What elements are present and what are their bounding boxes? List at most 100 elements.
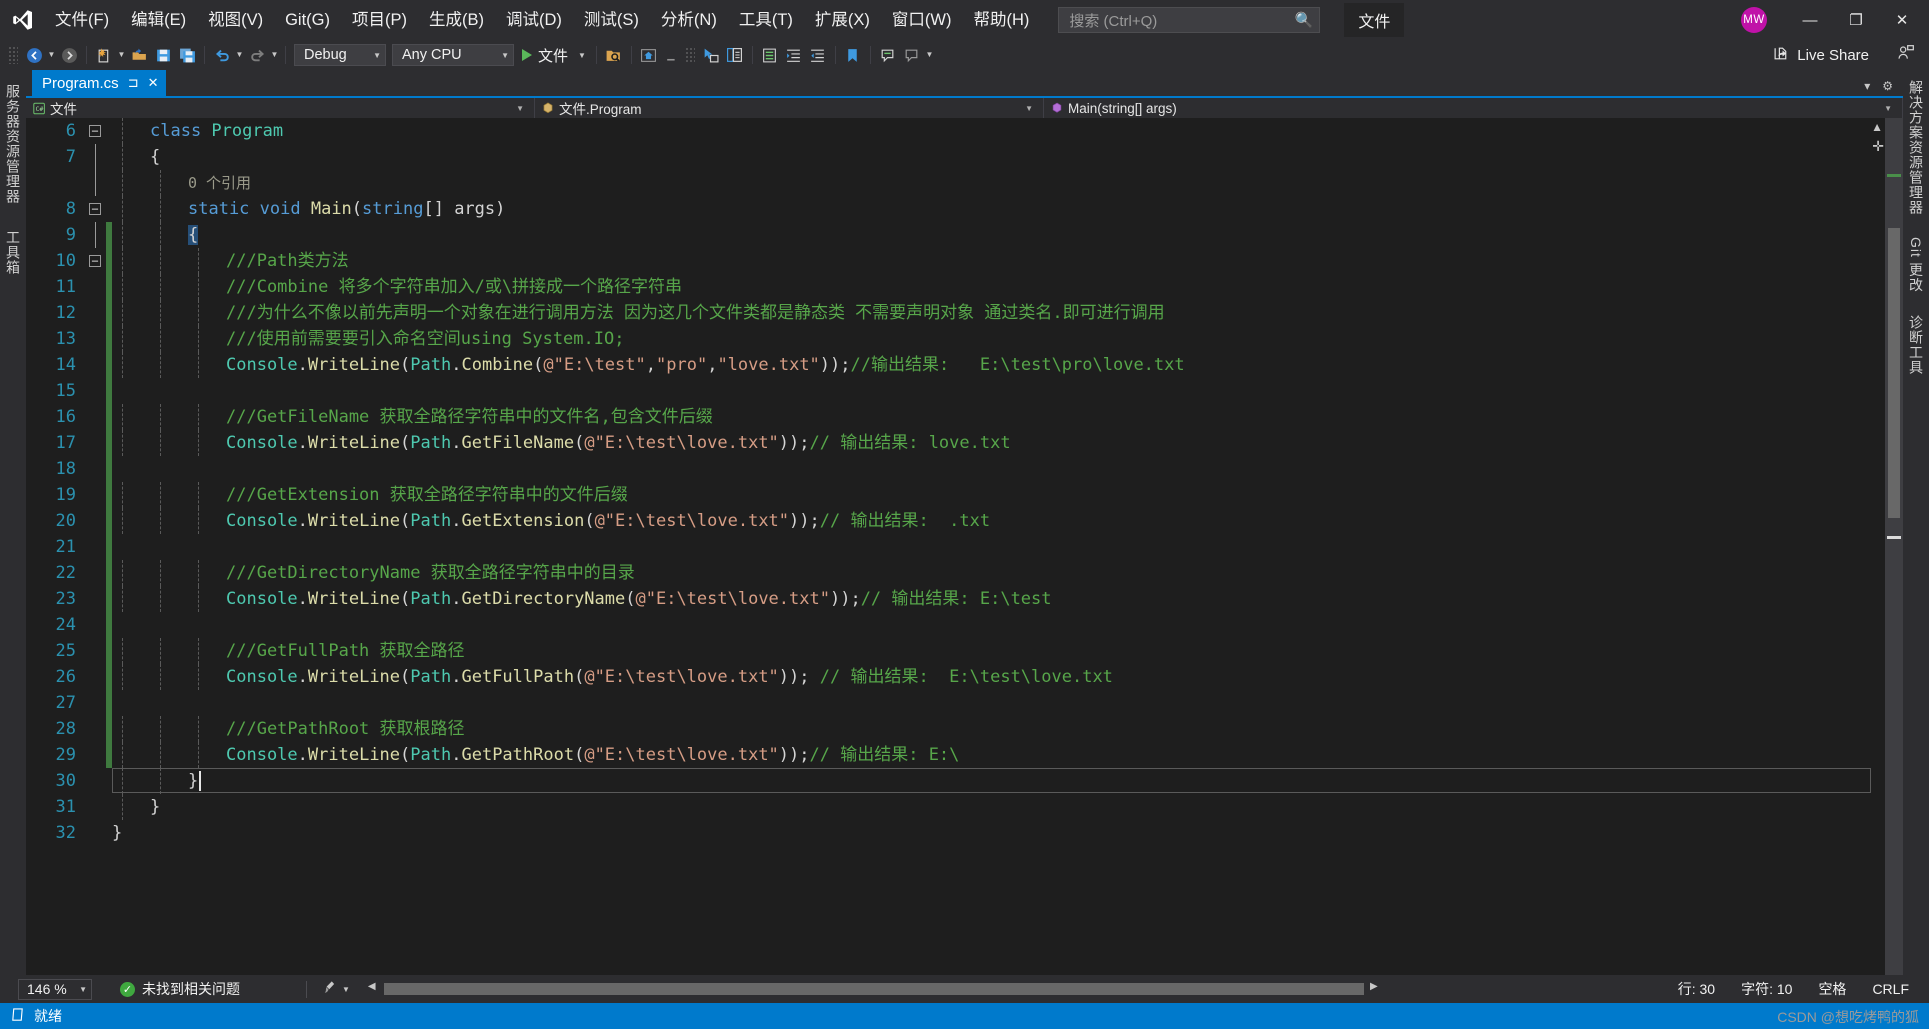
- menu-edit[interactable]: 编辑(E): [120, 0, 197, 40]
- close-button[interactable]: ✕: [1879, 0, 1925, 40]
- tab-settings-icon[interactable]: ⚙: [1882, 79, 1893, 93]
- avatar[interactable]: MW: [1741, 7, 1767, 33]
- editor-vertical-scrollbar[interactable]: [1885, 118, 1903, 975]
- menu-analyze[interactable]: 分析(N): [650, 0, 728, 40]
- feedback-person-icon[interactable]: [1889, 44, 1923, 67]
- copy-window-icon[interactable]: [723, 42, 747, 68]
- new-project-dropdown-icon[interactable]: ▼: [116, 42, 127, 68]
- code-line[interactable]: 28 ///GetPathRoot 获取根路径: [26, 716, 1885, 742]
- open-file-icon[interactable]: [127, 42, 151, 68]
- code-line[interactable]: 14 Console.WriteLine(Path.Combine(@"E:\te…: [26, 352, 1885, 378]
- collapse-icon[interactable]: [661, 42, 685, 68]
- scroll-thumb[interactable]: [1888, 228, 1900, 518]
- undo-dropdown-icon[interactable]: ▼: [234, 42, 245, 68]
- server-explorer-tab[interactable]: 服务器资源管理器: [3, 84, 23, 204]
- code-line[interactable]: 8− static void Main(string[] args): [26, 196, 1885, 222]
- code-line[interactable]: 29 Console.WriteLine(Path.GetPathRoot(@"E…: [26, 742, 1885, 768]
- indent-icon[interactable]: [782, 42, 806, 68]
- close-icon[interactable]: ✕: [148, 75, 159, 91]
- forward-icon[interactable]: [57, 42, 81, 68]
- code-line[interactable]: 31}: [26, 794, 1885, 820]
- tab-program-cs[interactable]: Program.cs ⊐ ✕: [32, 70, 166, 96]
- search-folder-icon[interactable]: [602, 42, 626, 68]
- redo-icon[interactable]: [245, 42, 269, 68]
- code-line[interactable]: 11 ///Combine 将多个字符串加入/或\拼接成一个路径字符串: [26, 274, 1885, 300]
- problems-indicator[interactable]: ✓ 未找到相关问题: [120, 979, 240, 999]
- code-line[interactable]: 30}: [26, 768, 1885, 794]
- menu-extensions[interactable]: 扩展(X): [804, 0, 881, 40]
- menu-window[interactable]: 窗口(W): [881, 0, 963, 40]
- horizontal-scroll-thumb[interactable]: [383, 983, 1364, 995]
- save-icon[interactable]: [151, 42, 175, 68]
- code-line[interactable]: 20 Console.WriteLine(Path.GetExtension(@"…: [26, 508, 1885, 534]
- editor-split-up-icon[interactable]: ▲: [1871, 120, 1883, 134]
- pointer-window-icon[interactable]: [699, 42, 723, 68]
- code-line[interactable]: 19 ///GetExtension 获取全路径字符串中的文件后缀: [26, 482, 1885, 508]
- tab-overflow-icon[interactable]: ▾: [1864, 79, 1870, 93]
- uncomment-icon[interactable]: [900, 42, 924, 68]
- back-icon[interactable]: [22, 42, 46, 68]
- code-line[interactable]: 9{: [26, 222, 1885, 248]
- toolbox-tab[interactable]: 工具箱: [3, 230, 23, 275]
- navbar-type-select[interactable]: 文件.Program ▼: [535, 98, 1044, 118]
- code-line[interactable]: 22 ///GetDirectoryName 获取全路径字符串中的目录: [26, 560, 1885, 586]
- code-line[interactable]: 6− class Program: [26, 118, 1885, 144]
- solution-platform-select[interactable]: Any CPU ▼: [392, 44, 514, 66]
- pin-icon[interactable]: ⊐: [128, 75, 139, 91]
- zoom-select[interactable]: 146 % ▼: [18, 978, 92, 1000]
- fold-toggle[interactable]: −: [84, 203, 106, 215]
- list-icon[interactable]: [758, 42, 782, 68]
- code-line[interactable]: 17 Console.WriteLine(Path.GetFileName(@"E…: [26, 430, 1885, 456]
- scroll-left-arrow-icon[interactable]: ◀: [368, 981, 376, 992]
- menu-file[interactable]: 文件(F): [44, 0, 120, 40]
- code-line[interactable]: 0 个引用: [26, 170, 1885, 196]
- outdent-icon[interactable]: [806, 42, 830, 68]
- menu-help[interactable]: 帮助(H): [962, 0, 1040, 40]
- code-line[interactable]: 16 ///GetFileName 获取全路径字符串中的文件名,包含文件后缀: [26, 404, 1885, 430]
- menu-project[interactable]: 项目(P): [341, 0, 418, 40]
- solution-explorer-tab[interactable]: 解决方案资源管理器: [1906, 80, 1926, 215]
- code-line[interactable]: 10− ///Path类方法: [26, 248, 1885, 274]
- solution-configuration-select[interactable]: Debug ▼: [294, 44, 386, 66]
- new-project-icon[interactable]: [92, 42, 116, 68]
- toolbar-grip[interactable]: [8, 46, 18, 64]
- comment-icon[interactable]: [876, 42, 900, 68]
- code-line[interactable]: 25 ///GetFullPath 获取全路径: [26, 638, 1885, 664]
- horizontal-scrollbar[interactable]: ◀ ▶: [366, 980, 1378, 998]
- navbar-member-select[interactable]: Main(string[] args) ▼: [1044, 98, 1903, 118]
- menu-test[interactable]: 测试(S): [573, 0, 650, 40]
- navbar-project-select[interactable]: C# 文件 ▼: [26, 98, 535, 118]
- minimize-button[interactable]: —: [1787, 0, 1833, 40]
- code-line[interactable]: 18: [26, 456, 1885, 482]
- menu-git[interactable]: Git(G): [274, 0, 341, 40]
- menu-debug[interactable]: 调试(D): [495, 0, 573, 40]
- maximize-button[interactable]: ❐: [1833, 0, 1879, 40]
- save-all-icon[interactable]: [175, 42, 199, 68]
- brush-tool[interactable]: ▼: [321, 980, 350, 998]
- code-line[interactable]: 32}: [26, 820, 1885, 846]
- menu-view[interactable]: 视图(V): [197, 0, 274, 40]
- back-dropdown-icon[interactable]: ▼: [46, 42, 57, 68]
- code-line[interactable]: 13 ///使用前需要要引入命名空间using System.IO;: [26, 326, 1885, 352]
- scroll-right-arrow-icon[interactable]: ▶: [1370, 981, 1378, 992]
- live-share-button[interactable]: Live Share: [1767, 45, 1875, 66]
- code-line[interactable]: 24: [26, 612, 1885, 638]
- code-line[interactable]: 7{: [26, 144, 1885, 170]
- toolbar-overflow-icon[interactable]: ▼: [924, 42, 935, 68]
- fold-toggle[interactable]: −: [84, 125, 106, 137]
- menu-build[interactable]: 生成(B): [418, 0, 495, 40]
- diagnostic-tools-tab[interactable]: 诊断工具: [1906, 315, 1926, 375]
- code-line[interactable]: 12 ///为什么不像以前先声明一个对象在进行调用方法 因为这几个文件类都是静态类…: [26, 300, 1885, 326]
- menu-tools[interactable]: 工具(T): [728, 0, 804, 40]
- code-editor[interactable]: 6− class Program 7{0 个引用 8− static void Main…: [26, 118, 1885, 975]
- fold-toggle[interactable]: −: [84, 255, 106, 267]
- code-line[interactable]: 27: [26, 690, 1885, 716]
- editor-split-icon[interactable]: ✛: [1872, 138, 1884, 155]
- search-input[interactable]: 搜索 (Ctrl+Q) 🔍: [1058, 7, 1321, 33]
- code-line[interactable]: 15: [26, 378, 1885, 404]
- code-line[interactable]: 23 Console.WriteLine(Path.GetDirectoryNam…: [26, 586, 1885, 612]
- code-line[interactable]: 21: [26, 534, 1885, 560]
- bookmark-icon[interactable]: [841, 42, 865, 68]
- home-icon[interactable]: [637, 42, 661, 68]
- start-debug-button[interactable]: 文件 ▼: [517, 42, 591, 68]
